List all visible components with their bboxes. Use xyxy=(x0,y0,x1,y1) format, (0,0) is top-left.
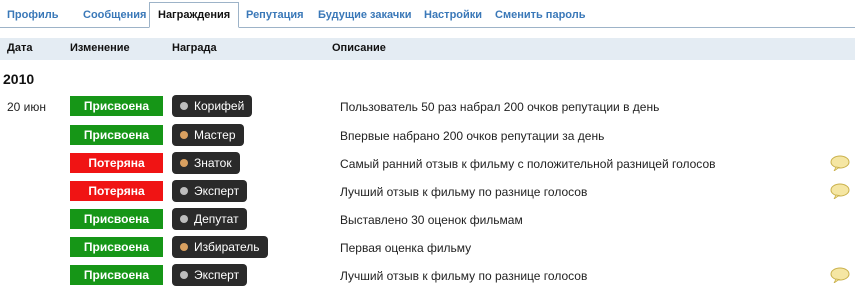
award-name: Эксперт xyxy=(194,184,240,198)
table-row: Потеряна Знаток Самый ранний отзыв к фил… xyxy=(0,152,855,175)
year-heading: 2010 xyxy=(3,71,35,87)
tab-bar: Профиль Сообщения Награждения Репутация … xyxy=(0,0,855,30)
tab-settings[interactable]: Настройки xyxy=(424,3,482,27)
status-badge: Потеряна xyxy=(70,181,163,201)
table-row: 20 июн Присвоена Корифей Пользователь 50… xyxy=(0,95,855,118)
column-change: Изменение xyxy=(70,42,130,54)
status-badge: Потеряна xyxy=(70,153,163,173)
status-badge: Присвоена xyxy=(70,125,163,145)
tab-bar-divider xyxy=(0,27,855,28)
award-name: Депутат xyxy=(194,212,239,226)
award-description: Впервые набрано 200 очков репутации за д… xyxy=(340,129,605,143)
column-award: Награда xyxy=(172,42,217,54)
award-name: Мастер xyxy=(194,128,236,142)
award-description: Первая оценка фильму xyxy=(340,241,472,255)
award-description: Лучший отзыв к фильму по разнице голосов xyxy=(340,185,588,199)
award-badge[interactable]: Эксперт xyxy=(172,264,248,286)
table-row: Присвоена Избиратель Первая оценка фильм… xyxy=(0,236,855,259)
status-badge: Присвоена xyxy=(70,209,163,229)
row-date: 20 июн xyxy=(7,100,47,114)
award-dot-icon xyxy=(180,243,188,251)
award-name: Избиратель xyxy=(194,240,260,254)
award-badge[interactable]: Избиратель xyxy=(172,236,268,258)
tab-change-password[interactable]: Сменить пароль xyxy=(495,3,586,27)
award-name: Корифей xyxy=(194,99,245,113)
speech-bubble-icon[interactable] xyxy=(830,155,850,171)
award-name: Знаток xyxy=(194,156,232,170)
speech-bubble-icon[interactable] xyxy=(830,267,850,283)
award-badge[interactable]: Корифей xyxy=(172,95,253,117)
award-description: Лучший отзыв к фильму по разнице голосов xyxy=(340,269,588,283)
tab-awards[interactable]: Награждения xyxy=(149,2,240,28)
tab-profile[interactable]: Профиль xyxy=(7,3,58,27)
award-badge[interactable]: Знаток xyxy=(172,152,240,174)
award-badge[interactable]: Эксперт xyxy=(172,180,248,202)
award-dot-icon xyxy=(180,131,188,139)
table-row: Потеряна Эксперт Лучший отзыв к фильму п… xyxy=(0,180,855,203)
table-row: Присвоена Депутат Выставлено 30 оценок ф… xyxy=(0,208,855,231)
award-badge[interactable]: Депутат xyxy=(172,208,247,230)
tab-future-downloads[interactable]: Будущие закачки xyxy=(318,3,412,27)
award-badge[interactable]: Мастер xyxy=(172,124,244,146)
award-description: Выставлено 30 оценок фильмам xyxy=(340,213,523,227)
speech-bubble-icon[interactable] xyxy=(830,183,850,199)
table-header: Дата Изменение Награда Описание xyxy=(0,38,855,60)
status-badge: Присвоена xyxy=(70,237,163,257)
tab-messages[interactable]: Сообщения xyxy=(83,3,146,27)
award-name: Эксперт xyxy=(194,268,240,282)
status-badge: Присвоена xyxy=(70,96,163,116)
award-dot-icon xyxy=(180,102,188,110)
award-dot-icon xyxy=(180,271,188,279)
table-row: Присвоена Мастер Впервые набрано 200 очк… xyxy=(0,124,855,147)
column-date: Дата xyxy=(7,42,33,54)
award-dot-icon xyxy=(180,215,188,223)
award-dot-icon xyxy=(180,159,188,167)
column-description: Описание xyxy=(332,42,386,54)
award-description: Пользователь 50 раз набрал 200 очков реп… xyxy=(340,100,660,114)
status-badge: Присвоена xyxy=(70,265,163,285)
tab-reputation[interactable]: Репутация xyxy=(246,3,304,27)
award-description: Самый ранний отзыв к фильму с положитель… xyxy=(340,157,716,171)
table-row: Присвоена Эксперт Лучший отзыв к фильму … xyxy=(0,264,855,287)
award-dot-icon xyxy=(180,187,188,195)
